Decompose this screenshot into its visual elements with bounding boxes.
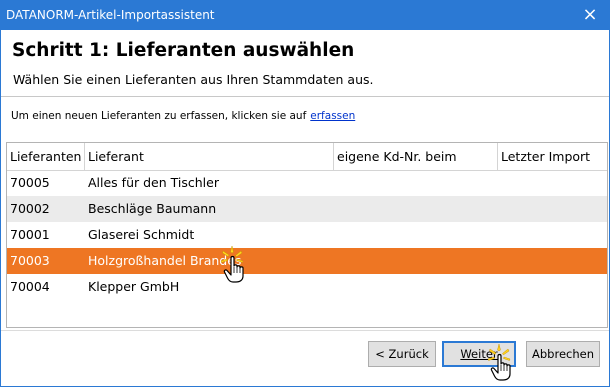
cell-last-import bbox=[498, 248, 607, 274]
cell-name: Alles für den Tischler bbox=[88, 175, 219, 190]
cell-nr: 70001 bbox=[10, 227, 50, 242]
cell-nr: 70002 bbox=[10, 201, 50, 216]
cell-last-import bbox=[498, 170, 607, 196]
new-supplier-hint: Um einen neuen Lieferanten zu erfassen, … bbox=[11, 110, 355, 122]
cell-name: Glaserei Schmidt bbox=[88, 227, 195, 242]
erfassen-link[interactable]: erfassen bbox=[310, 110, 355, 122]
cell-kdnr bbox=[334, 248, 498, 274]
title-bar[interactable]: DATANORM-Artikel-Importassistent × bbox=[1, 1, 609, 30]
hint-text: Um einen neuen Lieferanten zu erfassen, … bbox=[11, 110, 307, 122]
cell-kdnr bbox=[334, 274, 498, 300]
back-button[interactable]: < Zurück bbox=[368, 341, 436, 367]
cell-name: Klepper GmbH bbox=[88, 279, 180, 294]
cell-last-import bbox=[498, 274, 607, 300]
column-header-lieferant[interactable]: Lieferant bbox=[85, 143, 334, 170]
close-button[interactable]: × bbox=[571, 1, 609, 30]
cell-name: Holzgroßhandel Brandes bbox=[88, 253, 242, 268]
step-title: Schritt 1: Lieferanten auswählen bbox=[12, 40, 355, 61]
header-divider bbox=[1, 96, 609, 97]
table-row-selected[interactable]: 70003 Holzgroßhandel Brandes bbox=[7, 248, 607, 274]
table-header: Lieferanten Lieferant eigene Kd-Nr. beim… bbox=[7, 143, 607, 171]
cell-kdnr bbox=[334, 196, 498, 222]
cell-kdnr bbox=[334, 170, 498, 196]
table-row[interactable]: 70001 Glaserei Schmidt bbox=[7, 222, 607, 248]
step-subtitle: Wählen Sie einen Lieferanten aus Ihren S… bbox=[13, 72, 374, 87]
cell-name: Beschläge Baumann bbox=[88, 201, 217, 216]
window-title: DATANORM-Artikel-Importassistent bbox=[6, 8, 215, 22]
table-row[interactable]: 70005 Alles für den Tischler bbox=[7, 170, 607, 196]
table-row[interactable]: 70002 Beschläge Baumann bbox=[7, 196, 607, 222]
import-wizard-window: DATANORM-Artikel-Importassistent × Schri… bbox=[0, 0, 610, 387]
column-header-letzter-import[interactable]: Letzter Import bbox=[498, 143, 607, 170]
cancel-button[interactable]: Abbrechen bbox=[526, 341, 600, 367]
table-row[interactable]: 70004 Klepper GmbH bbox=[7, 274, 607, 300]
supplier-table: Lieferanten Lieferant eigene Kd-Nr. beim… bbox=[6, 142, 608, 328]
column-header-lieferanten[interactable]: Lieferanten bbox=[7, 143, 85, 170]
column-header-kdnr[interactable]: eigene Kd-Nr. beim bbox=[334, 143, 498, 170]
cell-nr: 70003 bbox=[10, 253, 50, 268]
cell-last-import bbox=[498, 196, 607, 222]
cell-last-import bbox=[498, 222, 607, 248]
hand-pointer-icon bbox=[487, 343, 511, 381]
footer-divider bbox=[1, 330, 609, 331]
cell-nr: 70005 bbox=[10, 175, 50, 190]
hand-pointer-icon bbox=[220, 245, 244, 283]
cell-nr: 70004 bbox=[10, 279, 50, 294]
cell-kdnr bbox=[334, 222, 498, 248]
